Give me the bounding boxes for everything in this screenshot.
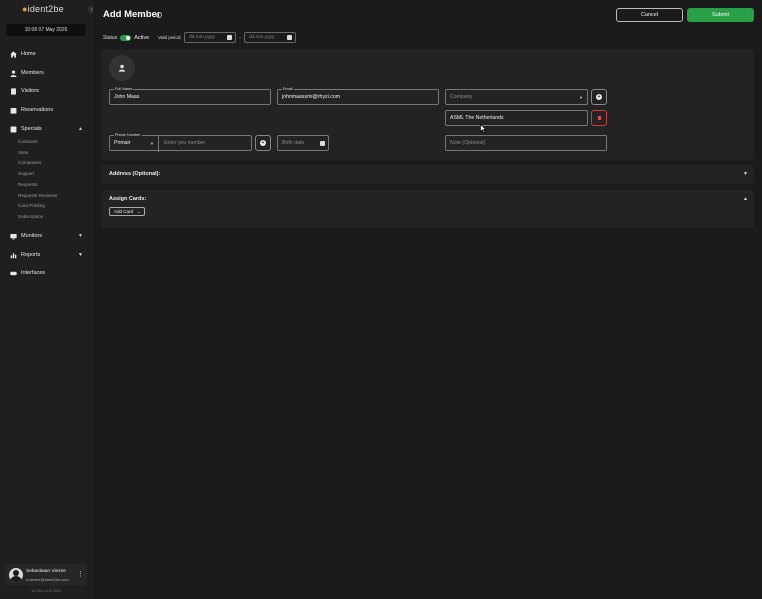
company-select[interactable]: Company ▼ [445, 89, 588, 105]
sidebar-item-label: Reservations [21, 107, 54, 113]
mouse-cursor-icon [480, 124, 487, 133]
page-title: Add Member [103, 9, 161, 20]
chevron-down-icon: ▼ [579, 95, 583, 100]
email-field[interactable]: Email johnmaassmi@rhyzi.com [277, 87, 439, 105]
report-icon [9, 251, 17, 259]
status-toggle[interactable] [120, 34, 132, 41]
phone-type-select[interactable]: Primair ▼ [110, 136, 159, 152]
calendar-icon [9, 106, 17, 114]
calendar-icon[interactable] [286, 35, 292, 40]
status-value: Active [134, 34, 150, 41]
status-row: Status Active Valid period: dd.mm.yyyy -… [103, 32, 296, 43]
logo[interactable]: ●ident2be [22, 4, 64, 14]
date-separator: - [239, 34, 241, 41]
sidebar-item-label: Visitors [21, 88, 39, 94]
chevron-down-icon[interactable]: ▼ [78, 233, 83, 239]
assign-cards-title: Assign Cards: [109, 196, 147, 202]
sidebar-item-label: Specials [21, 126, 42, 132]
sidebar: ●ident2be ‹ 10:08 07 May 2026 Home Membe… [0, 0, 96, 599]
sidebar-item-label: Reports [21, 252, 41, 258]
sidebar-subitem-contracts[interactable]: Contracts [18, 139, 38, 144]
grid-icon [9, 125, 17, 133]
sidebar-subitem-support[interactable]: Support [18, 171, 34, 176]
submit-button[interactable]: Submit [687, 8, 754, 22]
address-panel[interactable]: Address (Optional): ▼ [101, 165, 754, 184]
assign-cards-panel: Assign Cards: ▲ Add Card ⌄ [101, 190, 754, 228]
add-phone-button[interactable]: + [255, 135, 271, 151]
avatar [9, 568, 23, 582]
user-email: s.viezee@ident2be.com [26, 577, 69, 582]
sidebar-item-reservations[interactable]: Reservations [9, 105, 53, 115]
valid-from-field[interactable]: dd.mm.yyyy [184, 32, 237, 43]
main-content: Add Member i Cancel Submit Status Active… [93, 0, 762, 599]
plus-icon: + [260, 140, 266, 146]
chevron-up-icon[interactable]: ▲ [743, 196, 748, 202]
member-info-panel: Full Name John Maas Email johnmaassmi@rh… [101, 50, 754, 160]
birth-date-field[interactable]: Birth date [277, 135, 329, 151]
chevron-down-icon[interactable]: ▼ [743, 171, 748, 177]
info-icon[interactable]: i [156, 12, 162, 18]
sidebar-item-reports[interactable]: Reports [9, 250, 40, 260]
more-vertical-icon[interactable]: ⋮ [77, 570, 84, 578]
sidebar-item-label: Monitors [21, 233, 43, 239]
add-card-button[interactable]: Add Card ⌄ [109, 207, 145, 216]
sidebar-subitem-sites[interactable]: Sites [18, 150, 28, 155]
chevron-down-icon[interactable]: ▼ [78, 252, 83, 258]
trash-icon [597, 116, 601, 120]
address-title: Address (Optional): [109, 171, 161, 177]
badge-icon [9, 87, 17, 95]
company-item[interactable]: ASML The Netherlands [445, 110, 588, 126]
valid-period-label: Valid period: [158, 35, 182, 40]
delete-company-button[interactable] [591, 110, 607, 126]
sidebar-item-monitors[interactable]: Monitors [9, 231, 42, 241]
sidebar-subitem-requests-reviewer[interactable]: Requests Reviewer [18, 193, 58, 198]
user-card[interactable]: Sebastiaan Viezee s.viezee@ident2be.com … [5, 564, 87, 586]
sidebar-item-home[interactable]: Home [9, 49, 36, 59]
note-field[interactable]: Note (Optional) [445, 135, 607, 151]
sidebar-item-label: Members [21, 70, 44, 76]
plus-icon: + [596, 94, 602, 100]
photo-upload[interactable] [109, 55, 135, 81]
user-name: Sebastiaan Viezee [26, 569, 66, 574]
sidebar-item-label: Home [21, 51, 36, 57]
sidebar-item-specials[interactable]: Specials [9, 124, 42, 134]
sidebar-subitem-card-printing[interactable]: Card Printing [18, 203, 45, 208]
chevron-down-icon: ⌄ [137, 209, 142, 214]
home-icon [9, 50, 17, 58]
sidebar-item-label: Interfaces [21, 270, 46, 276]
clock-display: 10:08 07 May 2026 [6, 24, 86, 36]
add-company-button[interactable]: + [591, 89, 607, 105]
toggle-icon [9, 269, 17, 277]
sidebar-item-members[interactable]: Members [9, 68, 44, 78]
sidebar-subitem-requests[interactable]: Requests [18, 182, 37, 187]
sidebar-item-visitors[interactable]: Visitors [9, 86, 39, 96]
phone-field[interactable]: Phone Number Primair ▼ Enter you number [109, 133, 252, 152]
person-icon [118, 64, 126, 72]
monitor-icon [9, 232, 17, 240]
version-text: v2.28.x rc.D-1050 [31, 589, 62, 593]
valid-to-field[interactable]: dd.mm.yyyy [243, 32, 296, 43]
status-label: Status [103, 34, 118, 41]
sidebar-subitem-companies[interactable]: Companies [18, 160, 41, 165]
calendar-icon[interactable] [227, 35, 233, 40]
phone-input[interactable]: Enter you number [164, 140, 205, 146]
sidebar-subitem-subscription[interactable]: Subscription [18, 214, 43, 219]
person-icon [9, 69, 17, 77]
chevron-down-icon: ▼ [150, 141, 154, 146]
full-name-field[interactable]: Full Name John Maas [109, 87, 271, 105]
chevron-up-icon[interactable]: ▲ [78, 126, 83, 132]
calendar-icon[interactable] [320, 141, 325, 146]
cancel-button[interactable]: Cancel [616, 8, 683, 22]
sidebar-item-interfaces[interactable]: Interfaces [9, 268, 45, 278]
